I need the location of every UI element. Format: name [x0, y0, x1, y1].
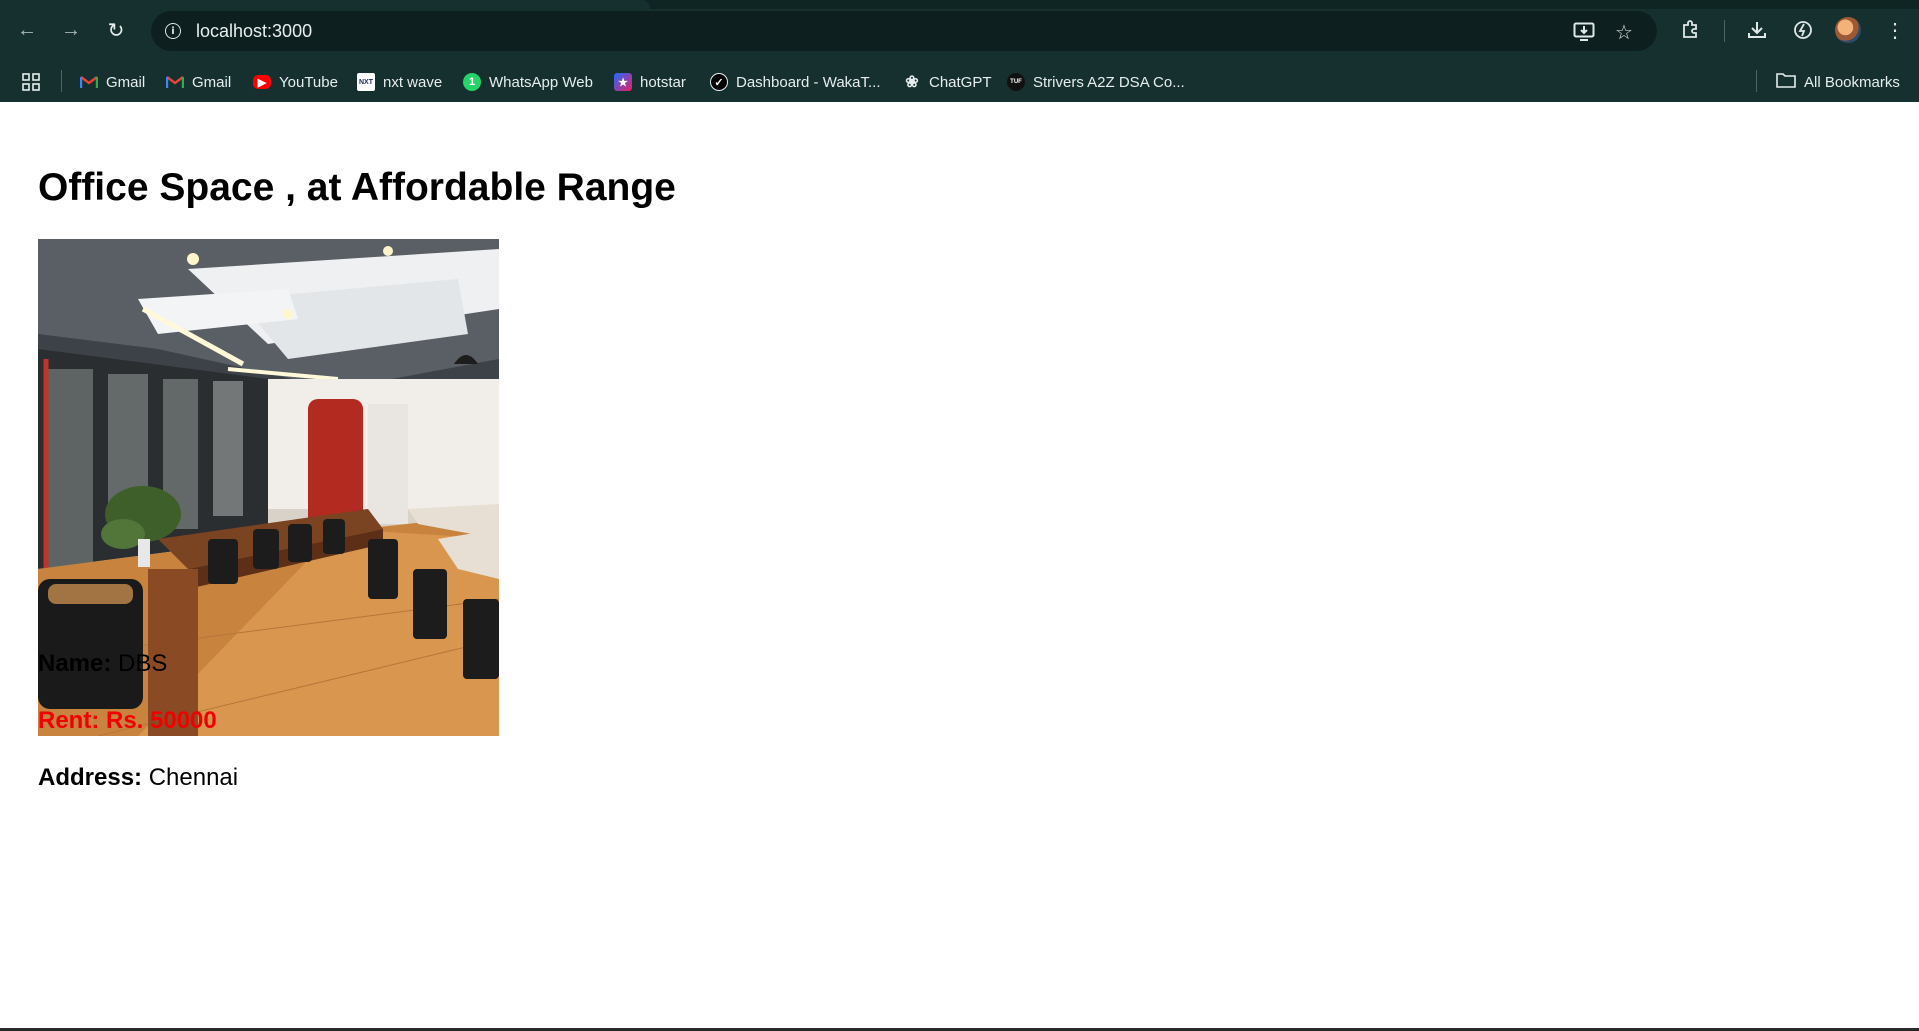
folder-icon: [1776, 72, 1796, 92]
performance-icon[interactable]: [1788, 15, 1818, 45]
name-field: Name: DBS: [38, 650, 167, 678]
bookmark-star-icon[interactable]: ☆: [1611, 19, 1637, 45]
url-text[interactable]: localhost:3000: [196, 21, 312, 42]
name-value: DBS: [118, 650, 168, 677]
site-info-icon[interactable]: i: [159, 17, 187, 45]
tab-strip: [0, 0, 1919, 9]
gmail-icon: [80, 73, 98, 91]
active-tab[interactable]: [0, 0, 650, 9]
bookmark-whatsapp[interactable]: 1 WhatsApp Web: [463, 70, 593, 94]
forward-arrow-icon[interactable]: →: [56, 15, 86, 45]
chatgpt-icon: ❀: [905, 74, 919, 91]
bookmark-label: YouTube: [279, 73, 338, 91]
install-app-icon[interactable]: [1571, 19, 1597, 45]
bookmark-strivers[interactable]: TUF Strivers A2Z DSA Co...: [1007, 70, 1185, 94]
bookmark-label: Dashboard - WakaT...: [736, 73, 881, 91]
reload-icon[interactable]: ↻: [101, 15, 131, 45]
wakatime-icon: ✓: [710, 73, 728, 91]
youtube-icon: ▶: [253, 75, 271, 89]
tuf-icon: TUF: [1007, 73, 1025, 91]
bookmark-wakatime[interactable]: ✓ Dashboard - WakaT...: [710, 70, 881, 94]
rent-field: Rent: Rs. 50000: [38, 707, 217, 735]
all-bookmarks-button[interactable]: All Bookmarks: [1776, 70, 1900, 94]
bookmark-gmail-1[interactable]: Gmail: [80, 70, 145, 94]
page-content: Office Space , at Affordable Range Name:…: [0, 102, 1919, 1031]
profile-avatar[interactable]: [1835, 17, 1861, 43]
rent-value: Rs. 50000: [106, 707, 217, 734]
bookmark-youtube[interactable]: ▶ YouTube: [253, 70, 338, 94]
bookmark-nxtwave[interactable]: NXT nxt wave: [357, 70, 442, 94]
address-field: Address: Chennai: [38, 764, 238, 792]
address-bar[interactable]: i localhost:3000 ☆: [151, 11, 1657, 51]
bookmark-label: nxt wave: [383, 73, 443, 91]
toolbar-divider: [1724, 20, 1725, 42]
name-label: Name:: [38, 650, 112, 677]
back-arrow-icon[interactable]: ←: [12, 15, 42, 45]
bookmark-label: Strivers A2Z DSA Co...: [1033, 73, 1185, 91]
bookmark-gmail-2[interactable]: Gmail: [166, 70, 231, 94]
bookmark-hotstar[interactable]: ★ hotstar: [614, 70, 686, 94]
bookmark-label: WhatsApp Web: [489, 73, 593, 91]
bookmark-label: Gmail: [192, 73, 232, 91]
whatsapp-icon: 1: [463, 73, 481, 91]
address-value: Chennai: [148, 764, 239, 791]
rent-label: Rent:: [38, 707, 100, 734]
bookmarks-divider: [1756, 70, 1757, 92]
gmail-icon: [166, 73, 184, 91]
address-label: Address:: [38, 764, 143, 791]
nxtwave-icon: NXT: [357, 73, 375, 91]
bookmark-label: hotstar: [640, 73, 686, 91]
bookmark-label: ChatGPT: [929, 73, 992, 91]
bookmarks-divider: [61, 70, 62, 92]
browser-toolbar: ← → ↻ i localhost:3000 ☆ ⋮: [0, 0, 1919, 62]
bookmark-label: Gmail: [106, 73, 146, 91]
page-title: Office Space , at Affordable Range: [38, 166, 676, 209]
downloads-icon[interactable]: [1742, 15, 1772, 45]
all-bookmarks-label: All Bookmarks: [1804, 73, 1900, 91]
extensions-icon[interactable]: [1676, 15, 1706, 45]
hotstar-icon: ★: [614, 73, 632, 91]
menu-dots-icon[interactable]: ⋮: [1880, 15, 1910, 45]
bookmark-chatgpt[interactable]: ❀ ChatGPT: [903, 70, 992, 94]
apps-grid-icon[interactable]: [22, 70, 40, 94]
